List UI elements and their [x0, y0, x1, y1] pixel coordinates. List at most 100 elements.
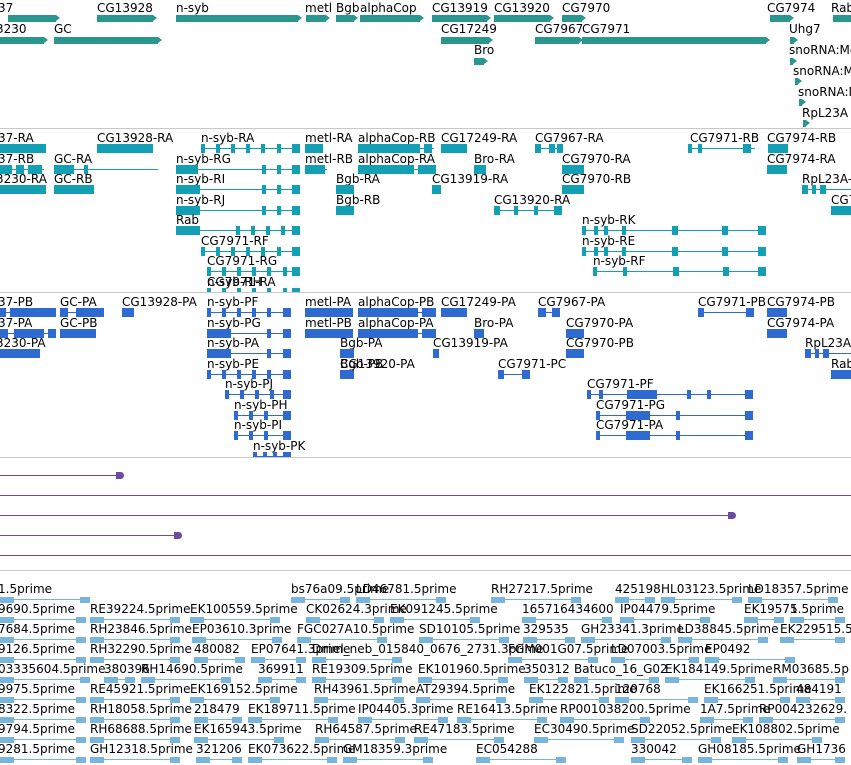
est-label[interactable]: RE39224.5prime	[90, 603, 191, 616]
est-label[interactable]: 1.5prime	[790, 603, 844, 616]
est-glyph[interactable]	[90, 757, 180, 763]
gene-label[interactable]: Rab	[831, 2, 851, 15]
est-label[interactable]: RE47183.5prime	[414, 723, 515, 736]
gene-label[interactable]: GC	[54, 23, 72, 36]
est-label[interactable]: RH23846.5prime	[90, 623, 192, 636]
est-label[interactable]: 8322.5prime	[0, 703, 75, 716]
gene-label[interactable]: CG7967	[535, 23, 583, 36]
est-label[interactable]: RE16413.5prime	[457, 703, 558, 716]
est-label[interactable]: GH12318.5prime	[90, 743, 193, 756]
est-label[interactable]: 120768	[615, 683, 661, 696]
protein-glyph[interactable]	[831, 369, 851, 379]
est-label[interactable]: EK091245.5prime	[390, 603, 498, 616]
protein-glyph[interactable]	[441, 308, 467, 317]
est-label[interactable]: 9281.5prime	[0, 743, 75, 756]
est-glyph[interactable]	[196, 757, 242, 763]
transcript-glyph[interactable]	[831, 205, 851, 215]
est-label[interactable]: SD10105.5prime	[419, 623, 520, 636]
gene-glyph[interactable]	[535, 37, 583, 44]
est-label[interactable]: EK101960.5prime	[418, 663, 526, 676]
gene-glyph[interactable]	[582, 37, 770, 44]
gene-glyph[interactable]	[54, 37, 162, 44]
gene-glyph[interactable]	[97, 15, 157, 22]
est-label[interactable]: EK165943.5prime	[194, 723, 302, 736]
est-label[interactable]: 165716434600	[522, 603, 614, 616]
gene-label[interactable]: Bgb	[336, 2, 359, 15]
alignment-line[interactable]	[0, 515, 730, 516]
est-label[interactable]: RH32290.5prime	[90, 643, 192, 656]
est-label[interactable]: 218479	[194, 703, 240, 716]
gene-label[interactable]: 37	[0, 2, 13, 15]
gene-glyph[interactable]	[474, 58, 488, 65]
est-label[interactable]: HL03123.5prime	[661, 583, 761, 596]
est-label[interactable]: GH08185.5prime	[698, 743, 801, 756]
protein-label[interactable]: CG13919-PA	[433, 337, 508, 350]
est-label[interactable]: SD22052.5prime	[631, 723, 732, 736]
transcript-glyph[interactable]	[688, 144, 755, 153]
est-label[interactable]: EC054288	[476, 743, 538, 756]
est-label[interactable]: EK073622.5prime	[248, 743, 356, 756]
est-label[interactable]: EK108802.5prime	[732, 723, 840, 736]
protein-glyph[interactable]	[0, 349, 40, 358]
est-label[interactable]: RP001038200.5prime	[560, 703, 691, 716]
est-label[interactable]: IP04479.5prime	[620, 603, 715, 616]
gene-glyph[interactable]	[494, 15, 554, 22]
gene-glyph[interactable]	[0, 37, 48, 44]
alignment-end[interactable]	[728, 512, 736, 519]
alignment-end[interactable]	[116, 472, 124, 479]
est-label[interactable]: 03335604.5prime	[0, 663, 105, 676]
est-label[interactable]: RE45921.5prime	[90, 683, 191, 696]
est-label[interactable]: 9794.5prime	[0, 723, 75, 736]
gene-label[interactable]: CG13928	[97, 2, 153, 15]
est-label[interactable]: 369911	[258, 663, 304, 676]
transcript-glyph[interactable]	[54, 185, 94, 194]
gene-label[interactable]: metl	[305, 2, 332, 15]
gene-glyph[interactable]	[336, 15, 358, 22]
est-label[interactable]: EK184149.5prime	[665, 663, 773, 676]
transcript-glyph[interactable]	[767, 164, 787, 174]
gene-label[interactable]: Bro	[474, 44, 494, 57]
est-label[interactable]: 7684.5prime	[0, 623, 75, 636]
est-label[interactable]: EP03610.3prime	[192, 623, 291, 636]
alignment-line[interactable]	[0, 535, 176, 536]
transcript-label[interactable]: CG13919-RA	[432, 173, 508, 186]
est-label[interactable]: 330042	[631, 743, 677, 756]
est-label[interactable]: 9690.5prime	[0, 603, 75, 616]
est-label[interactable]: RM03685.5p	[773, 663, 849, 676]
transcript-glyph[interactable]	[535, 144, 563, 153]
protein-glyph[interactable]	[340, 369, 352, 379]
est-label[interactable]: GM18359.3prime	[343, 743, 447, 756]
est-glyph[interactable]	[698, 757, 788, 763]
protein-glyph[interactable]	[122, 308, 134, 317]
gene-label[interactable]: CG7970	[562, 2, 610, 15]
est-label[interactable]: RH14690.5prime	[141, 663, 243, 676]
gene-label[interactable]: RpL23A	[802, 107, 848, 120]
gene-glyph[interactable]	[833, 15, 851, 22]
alignment-end[interactable]	[174, 532, 182, 539]
protein-glyph[interactable]	[767, 328, 787, 338]
est-label[interactable]: LD18357.5prime	[748, 583, 849, 596]
est-label[interactable]: Batuco_16_G02	[574, 663, 668, 676]
est-label[interactable]: 425198	[615, 583, 661, 596]
gene-label[interactable]: snoRNA:M	[793, 65, 851, 78]
est-label[interactable]: RH27217.5prime	[491, 583, 593, 596]
protein-glyph[interactable]	[60, 328, 96, 338]
gene-label[interactable]: snoRNA:M	[798, 86, 851, 99]
est-glyph[interactable]	[476, 757, 566, 763]
est-label[interactable]: FGC027A10.5prime	[297, 623, 414, 636]
gene-glyph[interactable]	[799, 99, 806, 106]
gene-label[interactable]: Uhg7	[789, 23, 821, 36]
gene-glyph[interactable]	[562, 15, 586, 22]
transcript-glyph[interactable]	[494, 205, 562, 215]
est-label[interactable]: AT29394.5prime	[416, 683, 515, 696]
transcript-glyph[interactable]	[0, 185, 46, 194]
gene-glyph[interactable]	[795, 78, 802, 85]
protein-glyph[interactable]	[538, 308, 560, 317]
protein-glyph[interactable]	[596, 431, 753, 440]
protein-glyph[interactable]	[698, 308, 754, 317]
gene-label[interactable]: CG13919	[432, 2, 488, 15]
est-label[interactable]: 1.5prime	[0, 583, 52, 596]
transcript-glyph[interactable]	[593, 267, 766, 276]
gene-label[interactable]: CG17249	[441, 23, 497, 36]
est-label[interactable]: 484191	[796, 683, 842, 696]
